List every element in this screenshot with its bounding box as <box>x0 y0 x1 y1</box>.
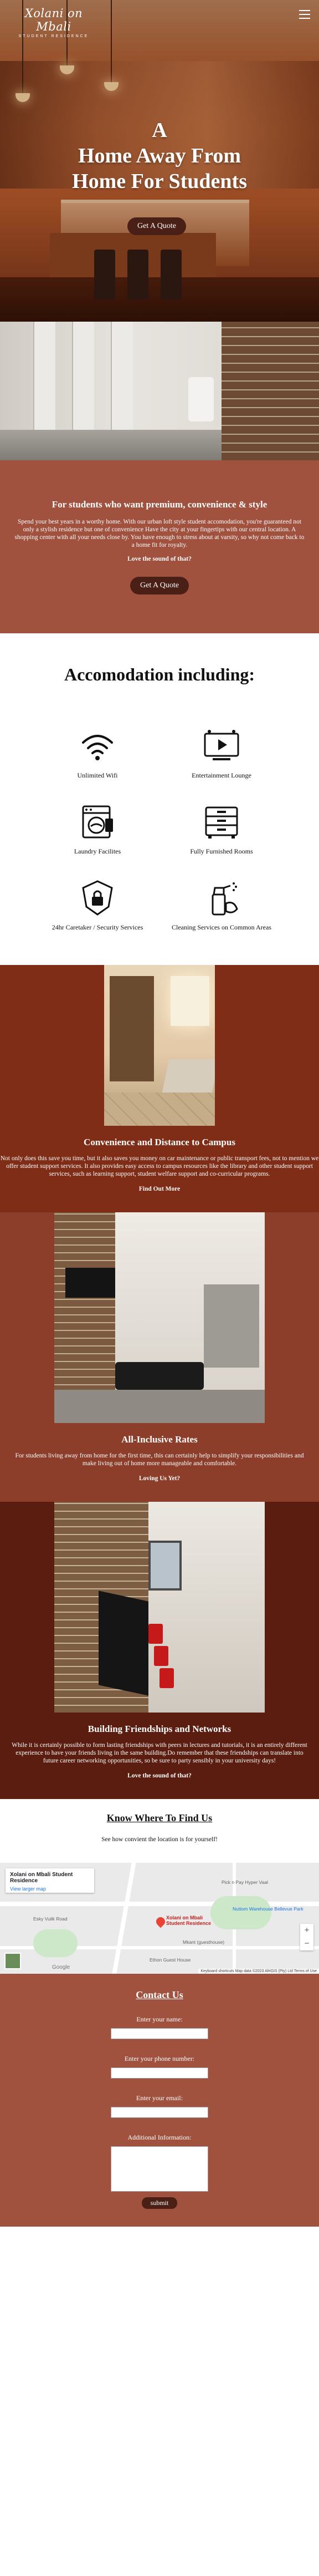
map-place: Mkant (guesthouse) <box>183 1939 225 1945</box>
hero-section: Xolani on Mbali STUDENT RESIDENCE A Home… <box>0 0 319 322</box>
dining-photo <box>54 1502 265 1713</box>
amenity-label: Cleaning Services on Common Areas <box>172 923 271 931</box>
amenity-label: Laundry Facilites <box>74 847 121 855</box>
map-place: Pick n Pay Hyper Vaal <box>222 1879 268 1885</box>
furnished-room-icon <box>205 806 238 839</box>
hero-title-line: A <box>152 119 167 142</box>
embedded-map[interactable]: Xolani on Mbali Student Residence View l… <box>0 1863 319 1974</box>
site-logo[interactable]: Xolani on Mbali STUDENT RESIDENCE <box>12 7 95 38</box>
find-out-more-link[interactable]: Find Out More <box>0 1186 319 1192</box>
intro-body: Spend your best years in a worthy home. … <box>14 519 305 548</box>
name-label: Enter your name: <box>136 2015 183 2023</box>
amenity-label: Unlimited Wifi <box>77 771 118 779</box>
amenities-section: Accomodation including: Unlimited Wifi E… <box>0 633 319 965</box>
laundry-icon <box>82 805 113 839</box>
amenity-item: Cleaning Services on Common Areas <box>160 878 284 932</box>
hamburger-menu-icon[interactable] <box>299 10 310 19</box>
map-card-title: Xolani on Mbali Student Residence <box>10 1872 73 1884</box>
amenity-item: Fully Furnished Rooms <box>160 802 284 856</box>
get-quote-button-2[interactable]: Get A Quote <box>130 577 189 595</box>
bathroom-door <box>72 322 94 433</box>
logo-script: Xolani on Mbali <box>24 7 83 33</box>
amenity-item: Unlimited Wifi <box>35 726 160 780</box>
feature-section-friendships: Building Friendships and Networks While … <box>0 1502 319 1799</box>
hero-title: A Home Away From Home For Students <box>0 118 319 194</box>
name-field[interactable] <box>111 2028 208 2039</box>
love-the-sound-link[interactable]: Love the sound of that? <box>0 1772 319 1779</box>
wifi-icon <box>82 735 113 760</box>
brick-wall <box>222 322 319 460</box>
bathroom-sink <box>188 377 214 421</box>
amenity-label: Entertainment Lounge <box>192 771 251 779</box>
amenity-item: 24hr Caretaker / Security Services <box>35 878 160 932</box>
cleaning-spray-icon <box>212 882 238 916</box>
bedroom-photo <box>104 965 215 1126</box>
map-zoom-control: + − <box>300 1924 313 1950</box>
lounge-photo <box>54 1212 265 1423</box>
email-label: Enter your email: <box>136 2094 183 2102</box>
bathroom-photo <box>0 322 319 460</box>
google-logo: Google <box>52 1964 70 1970</box>
map-attribution: Keyboard shortcuts Map data ©2023 AfriGI… <box>198 1969 319 1974</box>
security-lock-icon <box>82 880 113 916</box>
intro-section: For students who want premium, convenien… <box>0 460 319 633</box>
email-field[interactable] <box>111 2107 208 2118</box>
map-place: Nuttom Warehouse Bellevue Park <box>233 1906 303 1912</box>
section-heading: Convenience and Distance to Campus <box>84 1137 235 1147</box>
amenity-item: Entertainment Lounge <box>160 726 284 780</box>
feature-section-convenience: Convenience and Distance to Campus Not o… <box>0 965 319 1212</box>
find-us-heading: Know Where To Find Us <box>106 1812 213 1823</box>
section-heading: Building Friendships and Networks <box>88 1724 231 1734</box>
map-place: Ethon Guest House <box>150 1957 191 1963</box>
section-body: Not only does this save you time, but it… <box>0 1155 319 1177</box>
additional-info-field[interactable] <box>111 2146 208 2192</box>
hero-title-line: Home For Students <box>72 170 247 193</box>
info-label: Additional Information: <box>127 2133 192 2141</box>
map-pin-label: Xolani on Mbali Student Residence <box>166 1915 212 1926</box>
logo-subtitle: STUDENT RESIDENCE <box>18 34 89 38</box>
bathroom-door <box>33 322 55 433</box>
view-larger-map-link[interactable]: View larger map <box>10 1886 90 1892</box>
get-quote-button[interactable]: Get A Quote <box>127 217 186 235</box>
contact-form: Enter your name: Enter your phone number… <box>0 2015 319 2209</box>
intro-ask: Love the sound of that? <box>127 556 192 562</box>
map-info-card: Xolani on Mbali Student Residence View l… <box>6 1868 94 1893</box>
section-body: For students living away from home for t… <box>15 1452 304 1467</box>
submit-button[interactable]: submit <box>141 2197 178 2209</box>
phone-label: Enter your phone number: <box>124 2055 195 2062</box>
phone-field[interactable] <box>111 2067 208 2079</box>
amenities-heading: Accomodation including: <box>64 664 255 684</box>
map-satellite-toggle[interactable] <box>4 1953 21 1969</box>
find-us-subtitle: See how convient the location is for you… <box>101 1836 218 1843</box>
zoom-in-icon[interactable]: + <box>300 1924 313 1937</box>
find-us-section: Know Where To Find Us See how convient t… <box>0 1799 319 1974</box>
amenity-label: 24hr Caretaker / Security Services <box>52 923 143 931</box>
section-heading: All-Inclusive Rates <box>121 1434 198 1445</box>
feature-section-rates: All-Inclusive Rates For students living … <box>0 1212 319 1502</box>
amenity-label: Fully Furnished Rooms <box>190 847 253 855</box>
amenities-grid: Unlimited Wifi Entertainment Lounge Laun… <box>13 726 306 932</box>
map-pin-icon[interactable] <box>154 1915 167 1928</box>
loving-us-yet-link[interactable]: Loving Us Yet? <box>0 1475 319 1482</box>
section-body: While it is certainly possible to form l… <box>12 1742 307 1764</box>
bathroom-door <box>111 322 133 433</box>
map-place: Esky Vuilk Road <box>33 1916 68 1922</box>
zoom-out-icon[interactable]: − <box>300 1937 313 1950</box>
entertainment-icon <box>204 730 239 760</box>
contact-section: Contact Us Enter your name: Enter your p… <box>0 1974 319 2227</box>
amenity-item: Laundry Facilites <box>35 802 160 856</box>
contact-heading: Contact Us <box>136 1989 183 2000</box>
hero-title-line: Home Away From <box>78 144 241 167</box>
intro-heading: For students who want premium, convenien… <box>52 499 267 510</box>
